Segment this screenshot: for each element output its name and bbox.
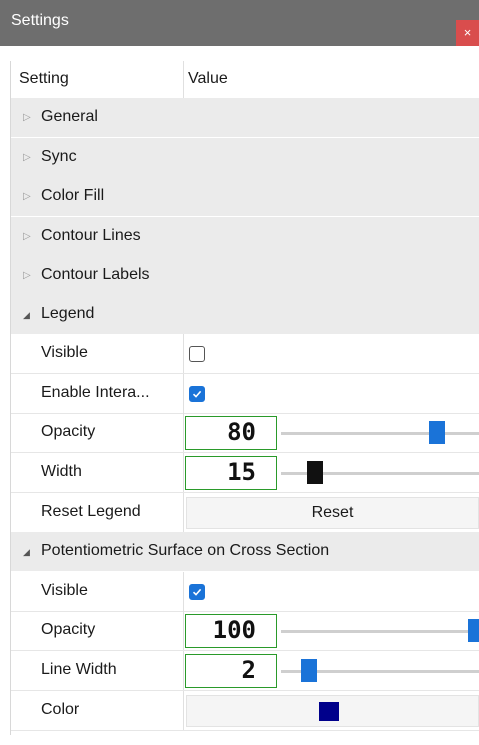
expand-arrow-icon[interactable]: ▷ xyxy=(23,231,31,242)
property-label: Opacity xyxy=(41,423,96,440)
category-contour-lines[interactable]: ▷ Contour Lines xyxy=(11,217,479,257)
column-header-value: Value xyxy=(188,70,228,87)
collapse-arrow-icon[interactable]: ◢ xyxy=(23,547,30,558)
category-sync[interactable]: ▷ Sync xyxy=(11,138,479,178)
property-label: Color xyxy=(41,701,80,718)
color-swatch xyxy=(319,702,339,721)
property-label: Line Width xyxy=(41,661,117,678)
property-label: Enable Intera... xyxy=(41,384,150,401)
legend-opacity-value-display[interactable]: 80 xyxy=(185,416,277,450)
column-header-setting: Setting xyxy=(19,70,69,87)
potentiometric-visible-checkbox[interactable] xyxy=(189,584,205,600)
category-label: Contour Lines xyxy=(41,227,141,244)
legend-width-value-display[interactable]: 15 xyxy=(185,456,277,490)
legend-enable-interaction-checkbox[interactable] xyxy=(189,386,205,402)
potentiometric-line-width-slider-thumb[interactable] xyxy=(301,659,317,682)
category-contour-labels[interactable]: ▷ Contour Labels xyxy=(11,256,479,296)
category-potentiometric-surface[interactable]: ◢ Potentiometric Surface on Cross Sectio… xyxy=(11,532,479,572)
property-row-legend-opacity: Opacity 80 xyxy=(11,413,479,453)
category-label: Potentiometric Surface on Cross Section xyxy=(41,542,330,559)
property-label: Reset Legend xyxy=(41,503,141,520)
property-row-potentiometric-color: Color xyxy=(11,691,479,731)
close-icon[interactable]: × xyxy=(456,20,479,46)
legend-opacity-slider-track[interactable] xyxy=(281,432,479,435)
property-label: Visible xyxy=(41,344,88,361)
expand-arrow-icon[interactable]: ▷ xyxy=(23,191,31,202)
category-label: Contour Labels xyxy=(41,266,150,283)
expand-arrow-icon[interactable]: ▷ xyxy=(23,270,31,281)
reset-legend-button[interactable]: Reset xyxy=(186,497,479,529)
category-label: Legend xyxy=(41,305,95,322)
property-label: Width xyxy=(41,463,82,480)
potentiometric-opacity-value-display[interactable]: 100 xyxy=(185,614,277,648)
expand-arrow-icon[interactable]: ▷ xyxy=(23,152,31,163)
property-row-potentiometric-line-width: Line Width 2 xyxy=(11,651,479,691)
legend-opacity-slider-thumb[interactable] xyxy=(429,421,445,444)
checkmark-icon xyxy=(192,390,202,398)
potentiometric-color-picker-button[interactable] xyxy=(186,695,479,727)
potentiometric-opacity-slider-thumb[interactable] xyxy=(468,619,479,642)
property-row-potentiometric-opacity: Opacity 100 xyxy=(11,611,479,651)
window-titlebar: Settings × xyxy=(0,0,479,46)
property-row-legend-enable-interaction: Enable Intera... xyxy=(11,374,479,414)
legend-visible-checkbox[interactable] xyxy=(189,346,205,362)
category-label: Sync xyxy=(41,148,77,165)
property-label: Opacity xyxy=(41,621,96,638)
checkmark-icon xyxy=(192,588,202,596)
grid-header: Setting Value xyxy=(0,61,479,98)
legend-width-slider-thumb[interactable] xyxy=(307,461,323,484)
property-row-reset-legend: Reset Legend Reset xyxy=(11,493,479,533)
category-general[interactable]: ▷ General xyxy=(11,98,479,138)
expand-arrow-icon[interactable]: ▷ xyxy=(23,112,31,123)
property-row-potentiometric-visible: Visible xyxy=(11,572,479,612)
property-row-legend-width: Width 15 xyxy=(11,453,479,493)
window-title: Settings xyxy=(11,12,69,29)
category-label: Color Fill xyxy=(41,187,105,204)
potentiometric-line-width-value-display[interactable]: 2 xyxy=(185,654,277,688)
property-row-legend-visible: Visible xyxy=(11,334,479,374)
potentiometric-opacity-slider-track[interactable] xyxy=(281,630,479,633)
collapse-arrow-icon[interactable]: ◢ xyxy=(23,310,30,321)
property-label: Visible xyxy=(41,582,88,599)
category-color-fill[interactable]: ▷ Color Fill xyxy=(11,177,479,217)
category-legend[interactable]: ◢ Legend xyxy=(11,295,479,335)
category-label: General xyxy=(41,108,98,125)
